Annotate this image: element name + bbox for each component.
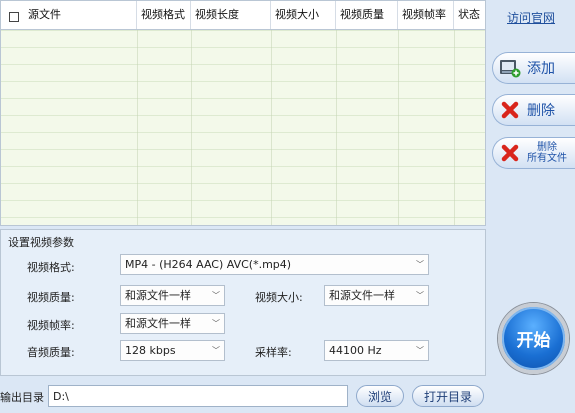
select-all-checkbox[interactable] [9,12,19,22]
chevron-down-icon: ﹀ [416,260,424,269]
video-size-value: 和源文件一样 [329,289,395,302]
video-size-label: 视频大小: [255,291,303,304]
file-table[interactable]: 源文件 视频格式 视频长度 视频大小 视频质量 视频帧率 状态 [0,0,486,226]
column-label: 视频格式 [141,8,185,21]
column-divider [137,30,138,225]
audio-quality-select[interactable]: 128 kbps ﹀ [120,340,225,361]
video-quality-select[interactable]: 和源文件一样 ﹀ [120,285,225,306]
start-button[interactable]: 开始 [498,303,569,374]
chevron-down-icon: ﹀ [416,346,424,355]
column-video-format[interactable]: 视频格式 [137,1,191,29]
column-video-size[interactable]: 视频大小 [271,1,336,29]
sample-rate-value: 44100 Hz [329,344,382,357]
video-quality-label: 视频质量: [27,291,75,304]
delete-all-line1: 删除 [537,142,557,153]
browse-button[interactable]: 浏览 [356,385,404,407]
column-label: 视频帧率 [402,8,446,21]
column-status[interactable]: 状态 [454,1,485,29]
chevron-down-icon: ﹀ [416,291,424,300]
delete-all-button[interactable]: 删除 所有文件 [492,137,575,169]
add-button-label: 添加 [527,61,555,77]
column-source-file[interactable]: 源文件 [1,1,137,29]
output-directory-label: 输出目录 [0,391,44,404]
video-framerate-select[interactable]: 和源文件一样 ﹀ [120,313,225,334]
delete-button[interactable]: 删除 [492,94,575,126]
column-video-framerate[interactable]: 视频帧率 [398,1,454,29]
table-header: 源文件 视频格式 视频长度 视频大小 视频质量 视频帧率 状态 [1,1,485,30]
column-label: 视频质量 [340,8,384,21]
column-divider [271,30,272,225]
column-label: 视频长度 [195,8,239,21]
column-label: 视频大小 [275,8,319,21]
add-button[interactable]: 添加 [492,52,575,84]
column-divider [191,30,192,225]
delete-button-label: 删除 [527,103,555,119]
delete-all-line2: 所有文件 [527,153,567,164]
video-format-select[interactable]: MP4 - (H264 AAC) AVC(*.mp4) ﹀ [120,254,429,275]
settings-title: 设置视频参数 [8,236,74,249]
delete-x-icon [493,144,527,162]
video-framerate-label: 视频帧率: [27,319,75,332]
visit-website-link[interactable]: 访问官网 [507,9,555,26]
video-size-select[interactable]: 和源文件一样 ﹀ [324,285,429,306]
video-quality-value: 和源文件一样 [125,289,191,302]
video-format-label: 视频格式: [27,261,75,274]
chevron-down-icon: ﹀ [212,319,220,328]
video-settings-panel: 设置视频参数 视频格式: MP4 - (H264 AAC) AVC(*.mp4)… [0,229,486,376]
delete-x-icon [493,101,527,119]
column-divider [336,30,337,225]
column-label: 状态 [458,8,480,21]
delete-all-button-label: 删除 所有文件 [527,142,567,164]
chevron-down-icon: ﹀ [212,291,220,300]
add-file-icon [493,58,527,78]
column-divider [454,30,455,225]
column-label: 源文件 [28,8,61,21]
audio-quality-value: 128 kbps [125,344,176,357]
video-framerate-value: 和源文件一样 [125,317,191,330]
video-format-value: MP4 - (H264 AAC) AVC(*.mp4) [125,258,292,271]
column-video-length[interactable]: 视频长度 [191,1,271,29]
start-button-label: 开始 [516,331,551,351]
column-video-quality[interactable]: 视频质量 [336,1,398,29]
audio-quality-label: 音频质量: [27,346,75,359]
output-directory-input[interactable] [48,385,348,407]
sample-rate-select[interactable]: 44100 Hz ﹀ [324,340,429,361]
open-directory-button[interactable]: 打开目录 [412,385,484,407]
table-body[interactable] [1,30,485,225]
sample-rate-label: 采样率: [255,346,292,359]
column-divider [398,30,399,225]
chevron-down-icon: ﹀ [212,346,220,355]
